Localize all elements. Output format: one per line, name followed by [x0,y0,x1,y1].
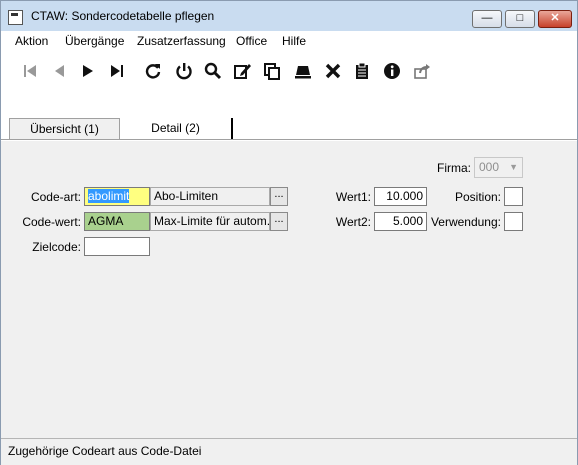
menu-zusatzerfassung[interactable]: Zusatzerfassung [137,34,226,48]
power-button[interactable] [173,60,195,82]
last-record-button[interactable] [106,60,128,82]
status-text: Zugehörige Codeart aus Code-Datei [8,444,202,458]
refresh-button[interactable] [142,60,164,82]
close-icon: ✕ [550,12,560,24]
export-icon [414,64,430,79]
code-art-label: Code-art: [30,190,81,204]
code-wert-lookup-button[interactable]: ... [270,212,288,231]
edit-button[interactable] [231,60,253,82]
delete-icon [325,63,341,79]
search-button[interactable] [202,60,224,82]
zielcode-input[interactable] [84,237,150,256]
position-input[interactable] [504,187,523,206]
menu-hilfe[interactable]: Hilfe [282,34,306,48]
code-wert-input[interactable]: AGMA [84,212,150,231]
next-button[interactable] [77,60,99,82]
menu-bar: Aktion Übergänge Zusatzerfassung Office … [1,31,577,52]
code-art-value: abolimit [88,189,130,203]
export-button[interactable] [411,60,433,82]
previous-button[interactable] [48,60,70,82]
previous-icon [55,65,64,77]
refresh-icon [145,64,161,79]
wert1-input[interactable]: 10.000 [374,187,427,206]
next-icon [83,65,93,77]
clipboard-icon [356,62,368,79]
first-record-button[interactable] [19,60,41,82]
close-button[interactable]: ✕ [538,10,572,28]
copy-button[interactable] [261,60,283,82]
tab-strip: Übersicht (1) Detail (2) [1,92,577,141]
tab-uebersicht[interactable]: Übersicht (1) [9,118,120,139]
tab-divider [1,139,577,140]
firma-label: Firma: [437,161,471,175]
first-record-icon [24,65,36,77]
toolbar [1,52,577,92]
code-art-description: Abo-Limiten [150,187,270,206]
position-label: Position: [454,190,501,204]
zielcode-label: Zielcode: [32,240,81,254]
menu-office[interactable]: Office [236,34,267,48]
wert1-label: Wert1: [335,190,371,204]
edit-icon [234,64,251,79]
title-bar: CTAW: Sondercodetabelle pflegen — □ ✕ [1,1,577,31]
stack-button[interactable] [292,60,314,82]
minimize-button[interactable]: — [472,10,502,28]
menu-uebergaenge[interactable]: Übergänge [65,34,124,48]
search-icon [204,62,222,80]
firma-select[interactable]: 000 ▼ [474,157,523,178]
info-button[interactable] [381,60,403,82]
maximize-button[interactable]: □ [505,10,535,28]
firma-value: 000 [479,160,500,174]
verwendung-label: Verwendung: [430,215,501,229]
clipboard-button[interactable] [351,60,373,82]
app-icon [8,10,23,25]
verwendung-input[interactable] [504,212,523,231]
wert2-label: Wert2: [335,215,371,229]
minimize-icon: — [481,12,493,24]
tab-detail[interactable]: Detail (2) [120,118,233,140]
maximize-icon: □ [516,12,524,24]
code-art-lookup-button[interactable]: ... [270,187,288,206]
code-wert-description: Max-Limite für autom. Au [150,212,270,231]
menu-aktion[interactable]: Aktion [15,34,48,48]
window-title: CTAW: Sondercodetabelle pflegen [31,9,215,23]
last-record-icon [111,65,123,77]
code-wert-label: Code-wert: [22,215,81,229]
delete-button[interactable] [322,60,344,82]
main-window: CTAW: Sondercodetabelle pflegen — □ ✕ Ak… [0,0,578,465]
chevron-down-icon: ▼ [509,162,518,172]
power-icon [176,63,192,80]
wert2-input[interactable]: 5.000 [374,212,427,231]
status-bar: Zugehörige Codeart aus Code-Datei [1,438,577,465]
copy-icon [264,63,280,80]
detail-panel: Firma: 000 ▼ Code-art: abolimit Abo-Limi… [9,141,571,438]
info-icon [384,63,400,79]
code-art-input[interactable]: abolimit [84,187,150,206]
stack-icon [295,66,311,79]
